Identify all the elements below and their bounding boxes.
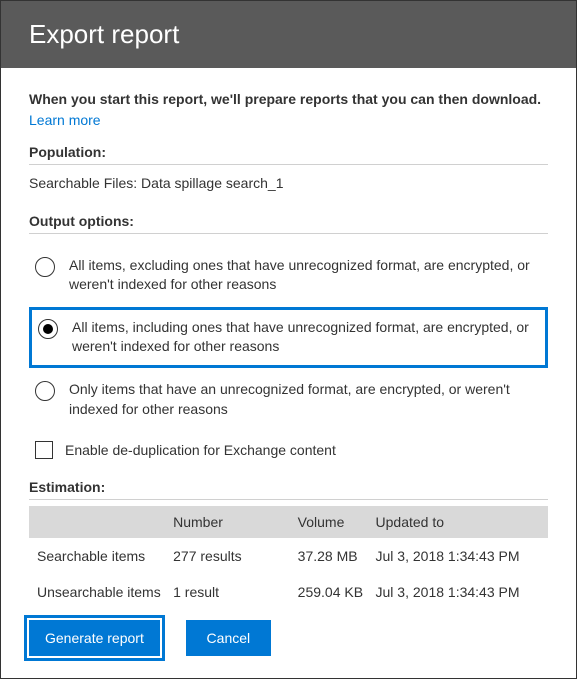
row-number: 1 result: [169, 582, 294, 602]
dialog-header: Export report: [1, 1, 576, 68]
divider: [29, 233, 548, 234]
table-row: Searchable items 277 results 37.28 MB Ju…: [29, 538, 548, 574]
table-header: Volume: [294, 512, 372, 532]
output-options-label: Output options:: [29, 213, 548, 229]
radio-icon: [38, 319, 58, 339]
row-number: 277 results: [169, 546, 294, 566]
radio-icon: [35, 381, 55, 401]
dialog-footer: Generate report Cancel: [1, 620, 576, 678]
divider: [29, 164, 548, 165]
row-volume: 259.04 KB: [294, 582, 372, 602]
table-header: Number: [169, 512, 294, 532]
dialog-title: Export report: [29, 19, 179, 49]
estimation-label: Estimation:: [29, 479, 548, 495]
cancel-button[interactable]: Cancel: [186, 620, 271, 656]
learn-more-link[interactable]: Learn more: [29, 112, 101, 128]
radio-option-including[interactable]: All items, including ones that have unre…: [29, 307, 548, 368]
table-row: Unsearchable items 1 result 259.04 KB Ju…: [29, 574, 548, 610]
divider: [29, 499, 548, 500]
row-name: Searchable items: [29, 546, 169, 566]
radio-label: All items, including ones that have unre…: [72, 318, 539, 357]
population-label: Population:: [29, 144, 548, 160]
row-updated: Jul 3, 2018 1:34:43 PM: [372, 546, 548, 566]
estimation-table: Number Volume Updated to Searchable item…: [29, 506, 548, 610]
checkbox-icon: [35, 441, 53, 459]
radio-label: Only items that have an unrecognized for…: [69, 380, 542, 419]
radio-option-excluding[interactable]: All items, excluding ones that have unre…: [29, 248, 548, 303]
radio-label: All items, excluding ones that have unre…: [69, 256, 542, 295]
row-name: Unsearchable items: [29, 582, 169, 602]
row-updated: Jul 3, 2018 1:34:43 PM: [372, 582, 548, 602]
radio-icon: [35, 257, 55, 277]
population-value: Searchable Files: Data spillage search_1: [29, 175, 548, 191]
table-header: [29, 512, 169, 532]
radio-option-only[interactable]: Only items that have an unrecognized for…: [29, 372, 548, 427]
table-header: Updated to: [372, 512, 548, 532]
row-volume: 37.28 MB: [294, 546, 372, 566]
table-header-row: Number Volume Updated to: [29, 506, 548, 538]
output-options-group: All items, excluding ones that have unre…: [29, 248, 548, 460]
dialog-content: When you start this report, we'll prepar…: [1, 68, 576, 620]
generate-report-button[interactable]: Generate report: [29, 620, 160, 656]
dedup-label: Enable de-duplication for Exchange conte…: [65, 442, 336, 458]
dedup-checkbox-row[interactable]: Enable de-duplication for Exchange conte…: [35, 441, 548, 459]
intro-text: When you start this report, we'll prepar…: [29, 90, 548, 110]
